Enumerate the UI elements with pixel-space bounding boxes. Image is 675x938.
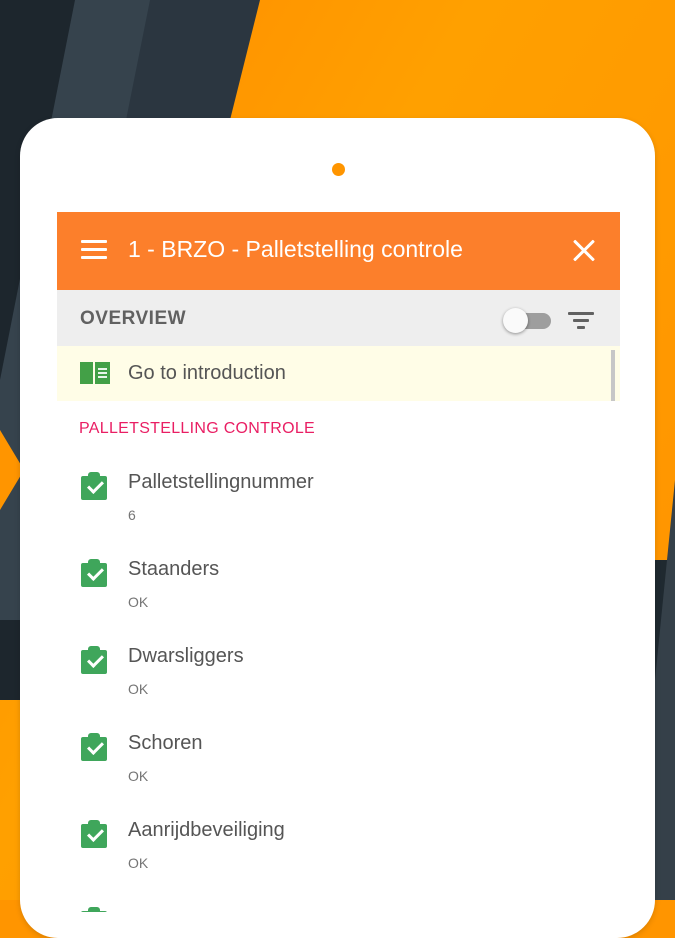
go-to-introduction-button[interactable]: Go to introduction bbox=[57, 346, 620, 402]
checked-clipboard-icon bbox=[81, 646, 107, 674]
app-screen: 1 - BRZO - Palletstelling controle OVERV… bbox=[57, 212, 620, 912]
page-title: 1 - BRZO - Palletstelling controle bbox=[128, 236, 463, 262]
tablet-camera bbox=[332, 163, 345, 176]
list-item[interactable]: Aanrijdbeveiliging OK bbox=[57, 811, 602, 891]
introduction-label: Go to introduction bbox=[128, 362, 286, 384]
menu-icon[interactable] bbox=[81, 240, 107, 260]
list-item[interactable]: Schoren OK bbox=[57, 724, 602, 804]
checklist-content: PALLETSTELLING CONTROLE Palletstellingnu… bbox=[57, 401, 620, 912]
overview-label: OVERVIEW bbox=[80, 308, 187, 329]
checked-clipboard-icon bbox=[81, 559, 107, 587]
item-value: OK bbox=[128, 681, 149, 697]
item-value: OK bbox=[128, 768, 149, 784]
filter-icon[interactable] bbox=[568, 310, 594, 330]
book-icon bbox=[80, 362, 110, 384]
list-item[interactable]: Palletstellingnummer 6 bbox=[57, 463, 602, 543]
list-item[interactable]: Dwarsliggers OK bbox=[57, 637, 602, 717]
item-label: Dwarsliggers bbox=[128, 645, 244, 667]
close-icon[interactable] bbox=[572, 239, 596, 263]
list-item[interactable] bbox=[57, 898, 602, 912]
checked-clipboard-icon bbox=[81, 907, 107, 912]
checked-clipboard-icon bbox=[81, 472, 107, 500]
item-label: Palletstellingnummer bbox=[128, 471, 314, 493]
overview-bar: OVERVIEW bbox=[57, 290, 620, 347]
overview-toggle[interactable] bbox=[503, 307, 553, 333]
app-bar: 1 - BRZO - Palletstelling controle bbox=[57, 212, 620, 290]
item-value: OK bbox=[128, 855, 149, 871]
item-label: Schoren bbox=[128, 732, 203, 754]
checked-clipboard-icon bbox=[81, 733, 107, 761]
item-value: OK bbox=[128, 594, 149, 610]
section-header: PALLETSTELLING CONTROLE bbox=[79, 420, 316, 437]
item-label: Aanrijdbeveiliging bbox=[128, 819, 285, 841]
list-item[interactable]: Staanders OK bbox=[57, 550, 602, 630]
checked-clipboard-icon bbox=[81, 820, 107, 848]
item-value: 6 bbox=[128, 507, 136, 523]
item-label: Staanders bbox=[128, 558, 220, 580]
toggle-thumb bbox=[503, 308, 528, 333]
